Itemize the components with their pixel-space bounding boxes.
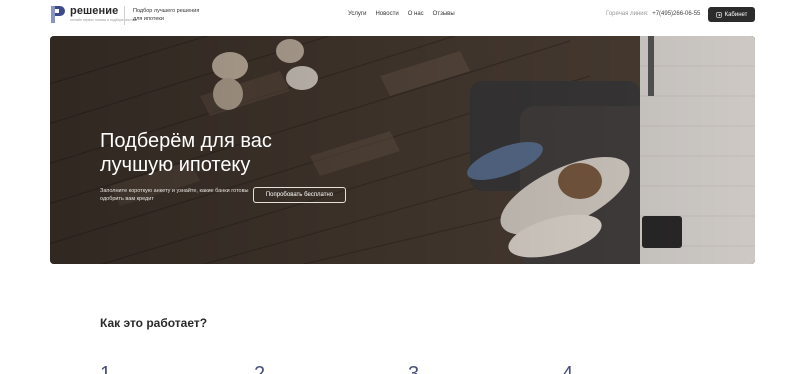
how-it-works-title: Как это работает? xyxy=(100,316,208,330)
hero-banner: Подберём для вас лучшую ипотеку Заполнит… xyxy=(50,36,755,264)
nav-item-news[interactable]: Новости xyxy=(375,11,398,17)
hero-title: Подберём для вас лучшую ипотеку xyxy=(100,130,272,176)
try-free-button[interactable]: Попробовать бесплатно xyxy=(253,187,346,203)
logo-subtitle: онлайн сервис поиска и подбора ипотеки xyxy=(70,18,138,23)
cabinet-label: Кабинет xyxy=(724,11,748,18)
site-header: решение онлайн сервис поиска и подбора и… xyxy=(0,0,800,30)
login-icon xyxy=(715,11,722,18)
main-nav: Услуги Новости О нас Отзывы xyxy=(348,11,455,17)
cabinet-button[interactable]: Кабинет xyxy=(708,7,755,22)
step-number: 1 xyxy=(100,363,112,374)
logo-icon xyxy=(51,6,65,23)
tagline: Подбор лучшего решения для ипотеки xyxy=(133,8,200,22)
hotline-label: Горячая линия: xyxy=(606,11,649,17)
hero-description: Заполните короткую анкету и узнайте, как… xyxy=(100,188,249,202)
step-number: 2 xyxy=(254,363,266,374)
nav-item-services[interactable]: Услуги xyxy=(348,11,366,17)
header-divider xyxy=(124,6,125,25)
nav-item-reviews[interactable]: Отзывы xyxy=(433,11,455,17)
step-number: 4 xyxy=(562,363,574,374)
logo-name: решение xyxy=(70,5,119,18)
hotline: Горячая линия: +7(495)266-06-55 xyxy=(606,11,700,17)
hotline-phone[interactable]: +7(495)266-06-55 xyxy=(652,11,700,17)
nav-item-about[interactable]: О нас xyxy=(408,11,424,17)
step-number: 3 xyxy=(408,363,420,374)
